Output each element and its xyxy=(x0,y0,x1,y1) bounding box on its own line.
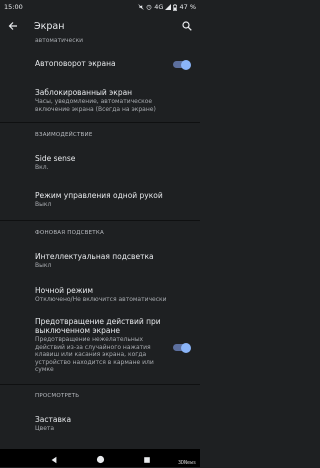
signal-icon xyxy=(165,4,172,10)
setting-smart-backlight-subtitle: Выкл xyxy=(35,262,52,269)
status-icons: 4G 47 % xyxy=(138,3,196,11)
setting-one-hand[interactable]: Режим управления одной рукой Выкл xyxy=(0,182,200,220)
accidental-toggle[interactable] xyxy=(173,342,191,353)
setting-one-hand-subtitle: Выкл xyxy=(35,201,52,208)
watermark-logo: 3DNews xyxy=(177,460,196,466)
setting-lock-screen-subtitle: Часы, уведомление, автоматическое включе… xyxy=(35,98,156,113)
section-header-backlight: ФОНОВАЯ ПОДСВЕТКА xyxy=(35,230,104,236)
settings-list[interactable]: автоматически Автоповорот экрана Заблоки… xyxy=(0,38,200,449)
app-bar: Экран xyxy=(0,14,200,38)
section-header-interaction: ВЗАИМОДЕЙСТВИЕ xyxy=(35,132,93,138)
nav-recent-button[interactable] xyxy=(143,449,151,468)
arrow-back-icon xyxy=(8,22,17,30)
setting-auto-fade[interactable]: автоматически xyxy=(0,38,200,50)
mute-icon xyxy=(138,4,144,10)
setting-side-sense[interactable]: Side sense Вкл. xyxy=(0,144,200,182)
battery-percent: 47 % xyxy=(179,3,196,11)
nav-back-button[interactable] xyxy=(50,449,58,468)
toggle-knob xyxy=(181,342,191,353)
status-bar: 15:00 4G 47 % xyxy=(0,0,200,14)
triangle-back-icon xyxy=(51,456,56,463)
section-header-view: ПРОСМОТРЕТЬ xyxy=(35,393,80,399)
setting-lock-screen-title: Заблокированный экран xyxy=(35,88,133,97)
autorotate-toggle[interactable] xyxy=(173,59,191,70)
setting-accidental-title: Предотвращение действий при выключенном … xyxy=(35,317,161,335)
search-button[interactable] xyxy=(180,19,194,33)
setting-night-mode-title: Ночной режим xyxy=(35,286,94,295)
setting-accidental-subtitle: Предотвращение нежелательных действий из… xyxy=(35,336,154,373)
setting-night-mode[interactable]: Ночной режим Отключено/Не включится авто… xyxy=(0,278,200,312)
status-time: 15:00 xyxy=(4,3,23,11)
page-title: Экран xyxy=(34,20,65,32)
setting-one-hand-title: Режим управления одной рукой xyxy=(35,191,163,200)
setting-accidental-prevention[interactable]: Предотвращение действий при выключенном … xyxy=(0,312,200,384)
battery-icon xyxy=(173,3,178,11)
setting-screensaver-title: Заставка xyxy=(35,415,72,424)
navigation-bar xyxy=(0,449,200,467)
setting-auto-fade-subtitle: автоматически xyxy=(35,38,84,44)
setting-autorotate-title: Автоповорот экрана xyxy=(35,59,116,68)
setting-night-mode-subtitle: Отключено/Не включится автоматически xyxy=(35,296,167,303)
setting-screensaver-subtitle: Цвета xyxy=(35,425,55,432)
setting-lock-screen[interactable]: Заблокированный экран Часы, уведомление,… xyxy=(0,78,200,122)
toggle-knob xyxy=(181,59,191,70)
back-button[interactable] xyxy=(6,19,20,33)
home-circle-icon xyxy=(96,455,104,463)
setting-autorotate[interactable]: Автоповорот экрана xyxy=(0,50,200,78)
setting-smart-backlight[interactable]: Интеллектуальная подсветка Выкл xyxy=(0,241,200,278)
nav-home-button[interactable] xyxy=(96,449,105,468)
alarm-icon xyxy=(146,4,152,10)
setting-side-sense-title: Side sense xyxy=(35,154,76,163)
setting-smart-backlight-title: Интеллектуальная подсветка xyxy=(35,252,154,261)
network-label: 4G xyxy=(154,3,164,11)
square-recent-icon xyxy=(143,456,150,463)
setting-side-sense-subtitle: Вкл. xyxy=(35,164,49,171)
search-icon xyxy=(182,21,192,31)
setting-screensaver[interactable]: Заставка Цвета xyxy=(0,405,200,435)
